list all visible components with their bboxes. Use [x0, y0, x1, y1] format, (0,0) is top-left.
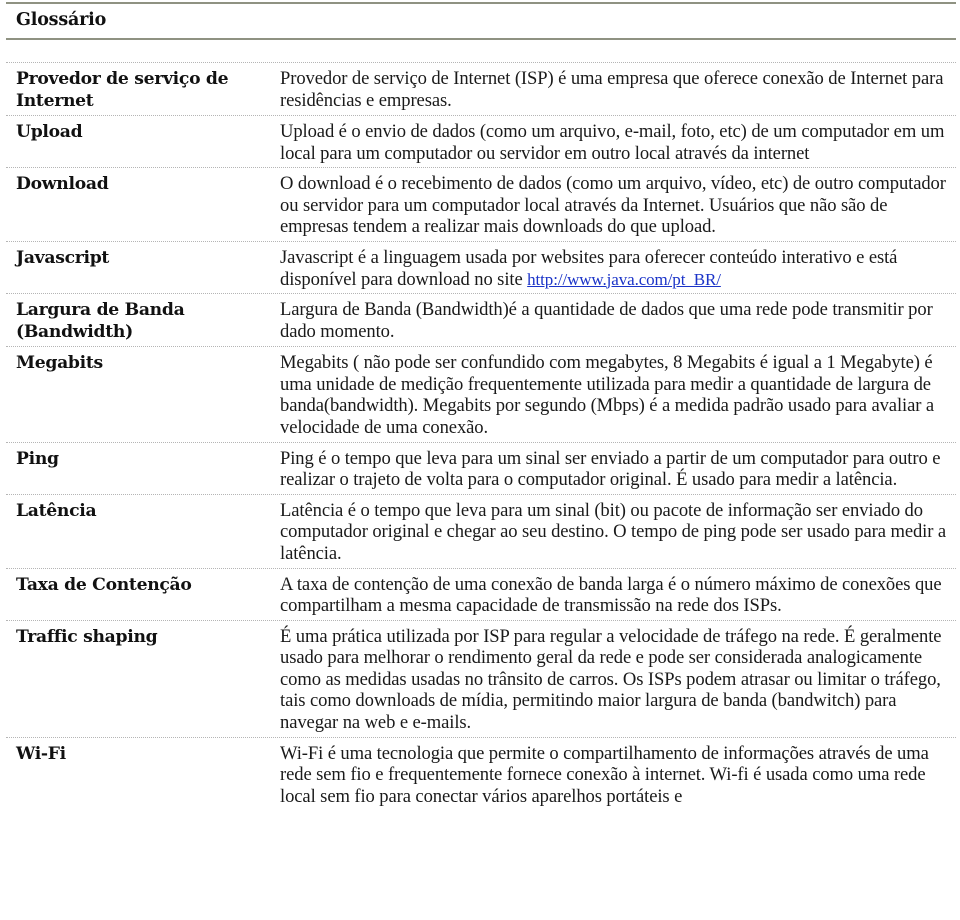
- glossary-row-isp: Provedor de serviço de Internet Provedor…: [6, 63, 956, 116]
- term-contention: Taxa de Contenção: [16, 574, 192, 595]
- title-bar: Glossário: [6, 2, 956, 40]
- glossary-row-contention: Taxa de Contenção A taxa de contenção de…: [6, 569, 956, 621]
- glossary-row-wifi: Wi-Fi Wi-Fi é uma tecnologia que permite…: [6, 738, 956, 811]
- term-ping: Ping: [16, 448, 59, 469]
- page-title: Glossário: [16, 10, 107, 30]
- glossary-row-bandwidth: Largura de Banda (Bandwidth) Largura de …: [6, 294, 956, 346]
- definition-contention: A taxa de contenção de uma conexão de ba…: [280, 573, 942, 617]
- definition-bandwidth: Largura de Banda (Bandwidth)é a quantida…: [280, 299, 933, 342]
- glossary-row-download: Download O download é o recebimento de d…: [6, 168, 956, 242]
- term-latency: Latência: [16, 500, 97, 521]
- definition-megabits: Megabits ( não pode ser confundido com m…: [280, 352, 935, 438]
- term-bandwidth: Largura de Banda (Bandwidth): [16, 300, 185, 343]
- definition-download: O download é o recebimento de dados (com…: [280, 173, 946, 238]
- glossary-page: Glossário Provedor de serviço de Interne…: [6, 0, 956, 807]
- glossary-row-ping: Ping Ping é o tempo que leva para um sin…: [6, 443, 956, 495]
- term-traffic-shaping: Traffic shaping: [16, 626, 158, 647]
- term-wifi: Wi-Fi: [16, 743, 66, 764]
- definition-isp: Provedor de serviço de Internet (ISP) é …: [280, 68, 944, 111]
- term-javascript: Javascript: [16, 247, 110, 268]
- glossary-table: Provedor de serviço de Internet Provedor…: [6, 62, 956, 810]
- definition-javascript: Javascript é a linguagem usada por websi…: [270, 247, 956, 290]
- glossary-row-latency: Latência Latência é o tempo que leva par…: [6, 495, 956, 569]
- definition-traffic-shaping: É uma prática utilizada por ISP para reg…: [280, 625, 942, 734]
- definition-upload: Upload é o envio de dados (como um arqui…: [280, 121, 945, 164]
- definition-latency: Latência é o tempo que leva para um sina…: [280, 499, 947, 564]
- term-megabits: Megabits: [16, 353, 103, 374]
- term-isp: Provedor de serviço de Internet: [16, 69, 229, 111]
- glossary-row-megabits: Megabits Megabits ( não pode ser confund…: [6, 346, 956, 443]
- term-upload: Upload: [16, 122, 83, 142]
- glossary-row-javascript: Javascript Javascript é a linguagem usad…: [6, 242, 956, 295]
- definition-wifi: Wi-Fi é uma tecnologia que permite o com…: [280, 742, 929, 807]
- glossary-row-traffic-shaping: Traffic shaping É uma prática utilizada …: [6, 621, 956, 738]
- term-download: Download: [16, 174, 109, 195]
- definition-ping: Ping é o tempo que leva para um sinal se…: [280, 447, 941, 491]
- glossary-row-upload: Upload Upload é o envio de dados (como u…: [6, 116, 956, 169]
- java-link[interactable]: http://www.java.com/pt_BR/: [527, 270, 721, 289]
